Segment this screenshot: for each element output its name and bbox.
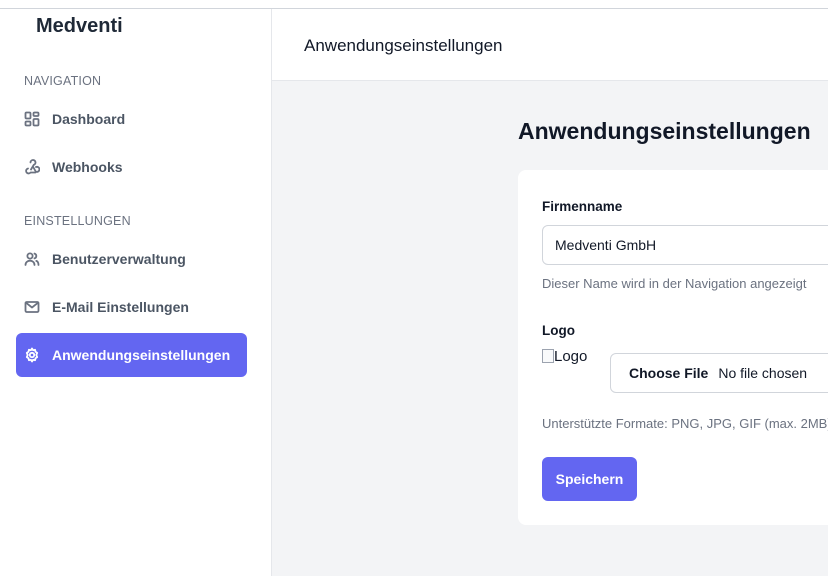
sidebar: Medventi NAVIGATION Dashboard Webhooks E… xyxy=(0,9,272,576)
company-name-input[interactable] xyxy=(542,225,828,265)
sidebar-item-users[interactable]: Benutzerverwaltung xyxy=(16,237,247,281)
settings-card: Firmenname Dieser Name wird in der Navig… xyxy=(518,170,828,525)
mail-icon xyxy=(24,299,40,315)
file-status-text: No file chosen xyxy=(718,365,808,381)
company-name-label: Firmenname xyxy=(542,199,623,214)
header-title: Anwendungseinstellungen xyxy=(304,36,503,55)
sidebar-item-app-settings[interactable]: Anwendungseinstellungen xyxy=(16,333,247,377)
logo-file-input[interactable]: Choose File No file chosen xyxy=(610,353,828,393)
sidebar-item-label: E-Mail Einstellungen xyxy=(52,299,189,315)
sidebar-item-label: Anwendungseinstellungen xyxy=(52,347,231,363)
page-title: Anwendungseinstellungen xyxy=(518,118,811,144)
save-button[interactable]: Speichern xyxy=(542,457,637,501)
webhook-icon xyxy=(24,159,40,175)
sidebar-item-label: Benutzerverwaltung xyxy=(52,251,186,267)
gear-icon xyxy=(24,347,40,363)
logo-format-help: Unterstützte Formate: PNG, JPG, GIF (max… xyxy=(542,416,828,431)
sidebar-item-webhooks[interactable]: Webhooks xyxy=(16,145,247,189)
logo-alt-text: Logo xyxy=(554,348,588,365)
sidebar-section-settings: EINSTELLUNGEN xyxy=(24,214,131,228)
logo-label: Logo xyxy=(542,323,575,338)
users-icon xyxy=(24,251,40,267)
dashboard-icon xyxy=(24,111,40,127)
broken-image-icon xyxy=(542,349,554,363)
main-content: Anwendungseinstellungen Firmenname Diese… xyxy=(272,81,828,576)
sidebar-item-dashboard[interactable]: Dashboard xyxy=(16,97,247,141)
top-header: Anwendungseinstellungen xyxy=(272,9,828,81)
brand-name: Medventi xyxy=(36,15,123,37)
sidebar-item-label: Dashboard xyxy=(52,111,126,127)
choose-file-button[interactable]: Choose File xyxy=(629,365,708,381)
sidebar-section-navigation: NAVIGATION xyxy=(24,74,102,88)
sidebar-item-label: Webhooks xyxy=(52,159,123,175)
sidebar-item-email-settings[interactable]: E-Mail Einstellungen xyxy=(16,285,247,329)
logo-image-placeholder: Logo xyxy=(542,348,587,365)
company-name-help: Dieser Name wird in der Navigation angez… xyxy=(542,276,807,291)
